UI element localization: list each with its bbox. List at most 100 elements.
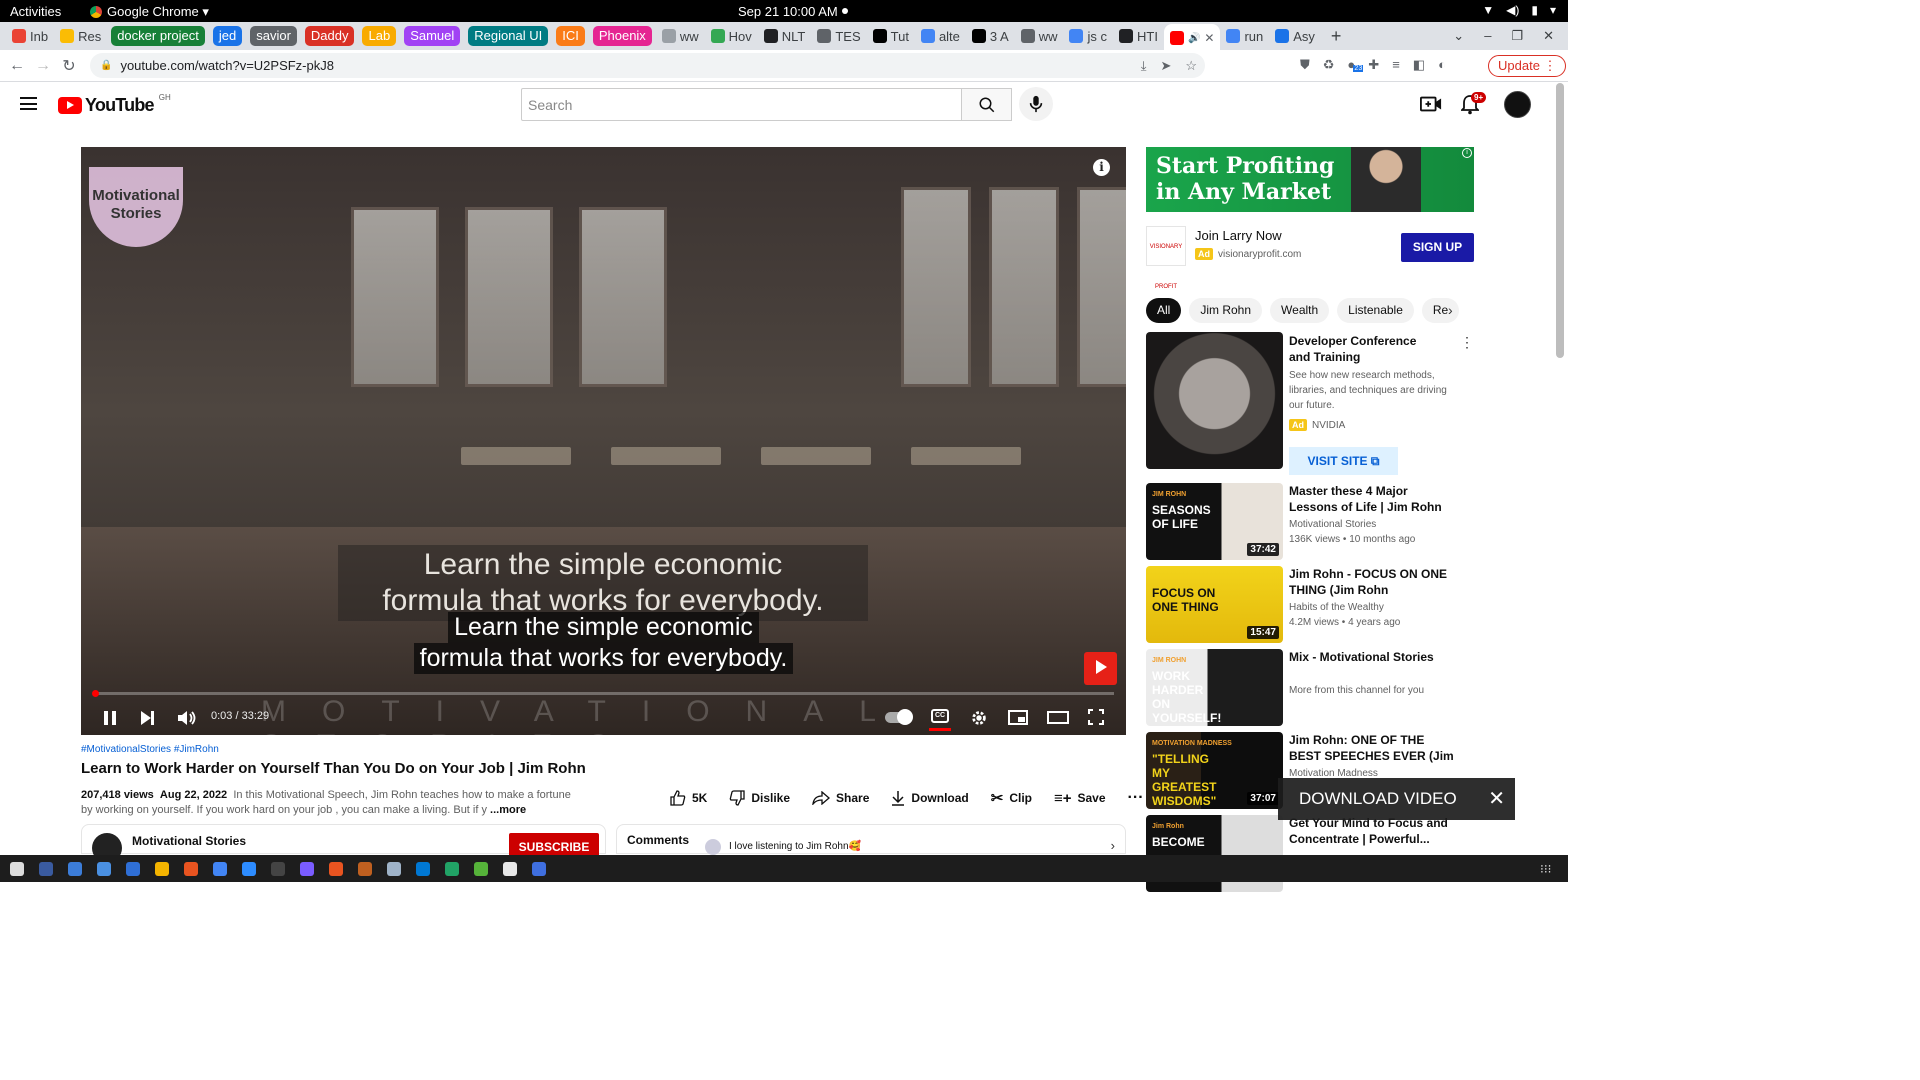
tab[interactable]: alte [915,22,966,50]
next-video-icon[interactable] [140,710,155,726]
back-icon[interactable]: ← [4,57,30,75]
dock-app-icon[interactable] [358,861,372,876]
fullscreen-icon[interactable] [1088,709,1104,725]
youtube-logo[interactable]: YouTube GH [58,93,171,116]
tab[interactable]: NLT [758,22,812,50]
recommended-thumbnail[interactable]: MOTIVATION MADNESS "TELLING MY GREATEST W… [1146,732,1283,809]
dock-app-icon[interactable] [10,861,24,876]
tab-group-chip[interactable]: docker project [111,26,205,46]
badge-extension-icon[interactable]: ● 23 [1347,57,1364,73]
recycle-extension-icon[interactable]: ♻ [1323,57,1335,73]
share-button[interactable]: Share [812,789,869,807]
tab-group-chip[interactable]: Samuel [404,26,461,46]
shield-extension-icon[interactable]: ⛊ [1300,57,1310,73]
system-tray[interactable]: ▼ ◀) ▮ ▾ [1482,3,1556,17]
dock-app-icon[interactable] [184,861,198,876]
more-actions-icon[interactable]: ··· [1128,789,1144,807]
recommended-video[interactable]: FOCUS ON ONE THING 15:47 Jim Rohn - FOCUS … [1146,566,1456,644]
app-menu[interactable]: Google Chrome ▾ [90,4,209,20]
tab[interactable]: ww [656,22,705,50]
dock-app-icon[interactable] [242,861,256,876]
progress-scrubber[interactable] [92,690,99,697]
install-app-icon[interactable]: ⤓ [1141,58,1147,74]
video-info-icon[interactable]: i [1093,159,1110,176]
sponsored-thumbnail[interactable] [1146,332,1283,469]
tab-active-youtube[interactable]: 🔊 ✕ [1163,24,1221,52]
page-scrollbar[interactable] [1556,83,1564,358]
tab[interactable]: Hov [705,22,758,50]
dock-app-icon[interactable] [474,861,488,876]
miniplayer-icon[interactable] [1008,710,1028,725]
forward-icon[interactable]: → [30,57,56,75]
progress-bar[interactable] [92,690,1114,697]
tab-group-chip[interactable]: Phoenix [592,26,652,46]
recommended-video[interactable]: JIM ROHN WORK HARDER ON YOURSELF! Mix - Mo… [1146,649,1456,727]
recommended-channel[interactable]: Motivational Stories [1289,519,1376,530]
side-panel-icon[interactable]: ◧ [1413,57,1425,73]
recommended-thumbnail[interactable]: JIM ROHN SEASONS OF LIFE 37:42 [1146,483,1283,560]
tab-group-chip[interactable]: Daddy [304,26,355,46]
recommended-thumbnail[interactable]: FOCUS ON ONE THING 15:47 [1146,566,1283,643]
settings-gear-icon[interactable] [970,709,988,727]
ad-banner[interactable]: Start Profiting in Any Market i [1146,147,1474,212]
maximize-icon[interactable]: ❐ [1511,28,1523,44]
recommended-title[interactable]: Jim Rohn - FOCUS ON ONE THING (Jim Rohn … [1289,566,1455,598]
visit-site-button[interactable]: VISIT SITE ⧉ [1289,447,1398,475]
close-tab-icon[interactable]: ✕ [1204,31,1214,45]
tab[interactable]: Res [54,22,107,50]
subscribe-watermark-icon[interactable] [1084,652,1117,685]
dock-app-icon[interactable] [416,861,430,876]
recommended-title[interactable]: Mix - Motivational Stories [1289,649,1455,665]
video-player[interactable]: Motivational Stories i Learn the simple e… [81,147,1126,735]
ad-info-icon[interactable]: i [1462,148,1472,158]
dock-app-icon[interactable] [213,861,227,876]
video-description[interactable]: 207,418 views Aug 22, 2022 In this Motiv… [81,788,581,818]
sign-up-button[interactable]: SIGN UP [1401,233,1474,262]
volume-icon[interactable] [177,710,197,726]
puzzle-extensions-icon[interactable]: ✚ [1368,57,1379,73]
close-icon[interactable]: ✕ [1488,778,1505,820]
tab[interactable]: Inb [6,22,54,50]
recommended-channel[interactable]: Habits of the Wealthy [1289,602,1384,613]
save-button[interactable]: ≡+ Save [1054,789,1106,807]
dock-app-icon[interactable] [329,861,343,876]
show-apps-grid-icon[interactable]: ⁝⁝⁝ [1540,862,1554,876]
comments-teaser[interactable]: Comments I love listening to Jim Rohn🥰 › [616,824,1126,855]
create-video-icon[interactable] [1420,94,1442,114]
dock-app-icon[interactable] [97,861,111,876]
tab-group-chip[interactable]: savior [250,26,297,46]
activities-button[interactable]: Activities [10,4,61,19]
tab[interactable]: 3 A [966,22,1015,50]
filter-chip[interactable]: Wealth [1270,298,1330,323]
dock-app-icon[interactable] [445,861,459,876]
search-input[interactable]: Search [521,88,962,121]
dock-app-icon[interactable] [155,861,169,876]
recommended-video[interactable]: JIM ROHN SEASONS OF LIFE 37:42 Master these… [1146,483,1456,561]
tab-search-icon[interactable]: ⌄ [1453,28,1464,44]
dock-app-icon[interactable] [271,861,285,876]
send-to-device-icon[interactable]: ➤ [1160,58,1171,74]
like-button[interactable]: 5K [670,789,707,807]
theater-mode-icon[interactable] [1047,711,1069,724]
chevron-right-icon[interactable]: › [1448,302,1453,318]
search-button[interactable] [961,88,1012,121]
bookmark-star-icon[interactable]: ☆ [1185,58,1197,74]
tab[interactable]: js c [1063,22,1113,50]
dock-app-icon[interactable] [387,861,401,876]
minimize-icon[interactable]: – [1484,28,1491,44]
clock[interactable]: Sep 21 10:00 AM [738,4,838,19]
filter-chip[interactable]: Listenable [1337,298,1414,323]
dislike-button[interactable]: Dislike [729,789,790,807]
menu-hamburger-icon[interactable] [20,97,37,110]
recommended-title[interactable]: Master these 4 Major Lessons of Life | J… [1289,483,1455,515]
sponsored-title[interactable]: Developer Conference and Training [1289,333,1439,365]
download-video-toast[interactable]: DOWNLOAD VIDEO ✕ [1278,778,1515,820]
filter-chip[interactable]: Jim Rohn [1189,298,1263,323]
more-options-icon[interactable]: ⋮ [1460,334,1474,351]
reload-icon[interactable]: ↻ [56,56,82,76]
download-button[interactable]: Download [891,789,969,807]
update-button[interactable]: Update ⋮ [1488,55,1566,77]
dock-app-icon[interactable] [532,861,546,876]
clip-button[interactable]: ✂ Clip [991,789,1032,807]
recommended-title[interactable]: Jim Rohn: ONE OF THE BEST SPEECHES EVER … [1289,732,1455,764]
